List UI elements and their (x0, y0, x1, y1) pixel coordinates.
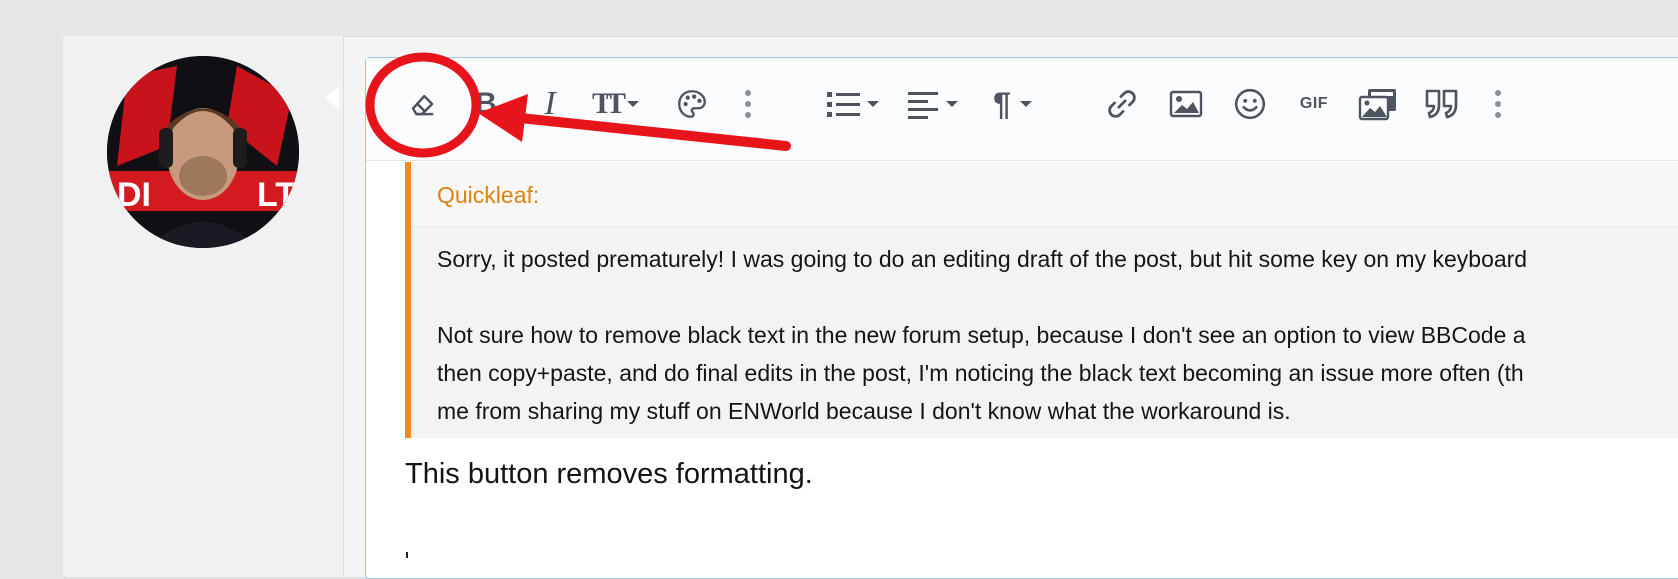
message-pointer (325, 86, 339, 110)
link-icon (1108, 90, 1136, 118)
quote-author[interactable]: Quickleaf: (437, 182, 539, 209)
chevron-down-icon (627, 101, 640, 107)
more-text-options-button[interactable] (738, 82, 758, 126)
avatar[interactable]: DI LT (107, 56, 299, 248)
quote-paragraph: Sorry, it posted prematurely! I was goin… (437, 246, 1528, 272)
list-icon (827, 92, 860, 117)
bold-icon: B (475, 87, 497, 120)
chevron-down-icon (946, 101, 958, 107)
italic-icon: I (544, 85, 556, 122)
more-insert-options-button[interactable] (1488, 82, 1508, 126)
text-color-button[interactable] (672, 82, 712, 126)
vertical-ellipsis-icon (745, 90, 751, 118)
insert-smilie-button[interactable] (1230, 82, 1270, 126)
quote-block[interactable]: Quickleaf: Sorry, it posted prematurely!… (405, 162, 1678, 438)
gif-icon: GIF (1299, 95, 1329, 112)
eraser-icon (411, 94, 434, 116)
remove-formatting-button[interactable] (400, 82, 444, 126)
insert-media-button[interactable] (1356, 82, 1400, 126)
bold-button[interactable]: B (468, 82, 504, 126)
font-size-button[interactable]: TT (584, 82, 648, 126)
text-cursor (406, 552, 408, 558)
align-button[interactable] (904, 82, 962, 126)
palette-icon (678, 90, 706, 118)
quote-paragraph-line: me from sharing my stuff on ENWorld beca… (437, 398, 1291, 424)
chevron-down-icon (1019, 101, 1032, 107)
smiley-icon (1234, 88, 1266, 120)
insert-quote-button[interactable] (1422, 82, 1462, 126)
pilcrow-icon: ¶ (993, 85, 1011, 122)
message-text[interactable]: This button removes formatting. (405, 458, 813, 491)
italic-button[interactable]: I (534, 82, 566, 126)
insert-image-button[interactable] (1166, 82, 1206, 126)
quote-icon (1425, 89, 1458, 119)
insert-gif-button[interactable]: GIF (1294, 82, 1334, 126)
quote-header: Quickleaf: (411, 162, 1678, 227)
vertical-ellipsis-icon (1495, 90, 1501, 118)
quote-paragraph-line: Not sure how to remove black text in the… (437, 322, 1526, 348)
quote-paragraph-line: then copy+paste, and do final edits in t… (437, 360, 1524, 386)
align-left-icon (908, 92, 938, 119)
quote-body: Sorry, it posted prematurely! I was goin… (437, 240, 1678, 430)
media-gallery-icon (1358, 89, 1396, 121)
paragraph-button[interactable]: ¶ (986, 82, 1040, 126)
font-size-icon: TT (591, 87, 626, 120)
image-icon (1169, 90, 1203, 118)
insert-link-button[interactable] (1102, 82, 1142, 126)
chevron-down-icon (867, 101, 879, 107)
list-button[interactable] (824, 82, 882, 126)
avatar-photo: DI LT (107, 56, 299, 248)
